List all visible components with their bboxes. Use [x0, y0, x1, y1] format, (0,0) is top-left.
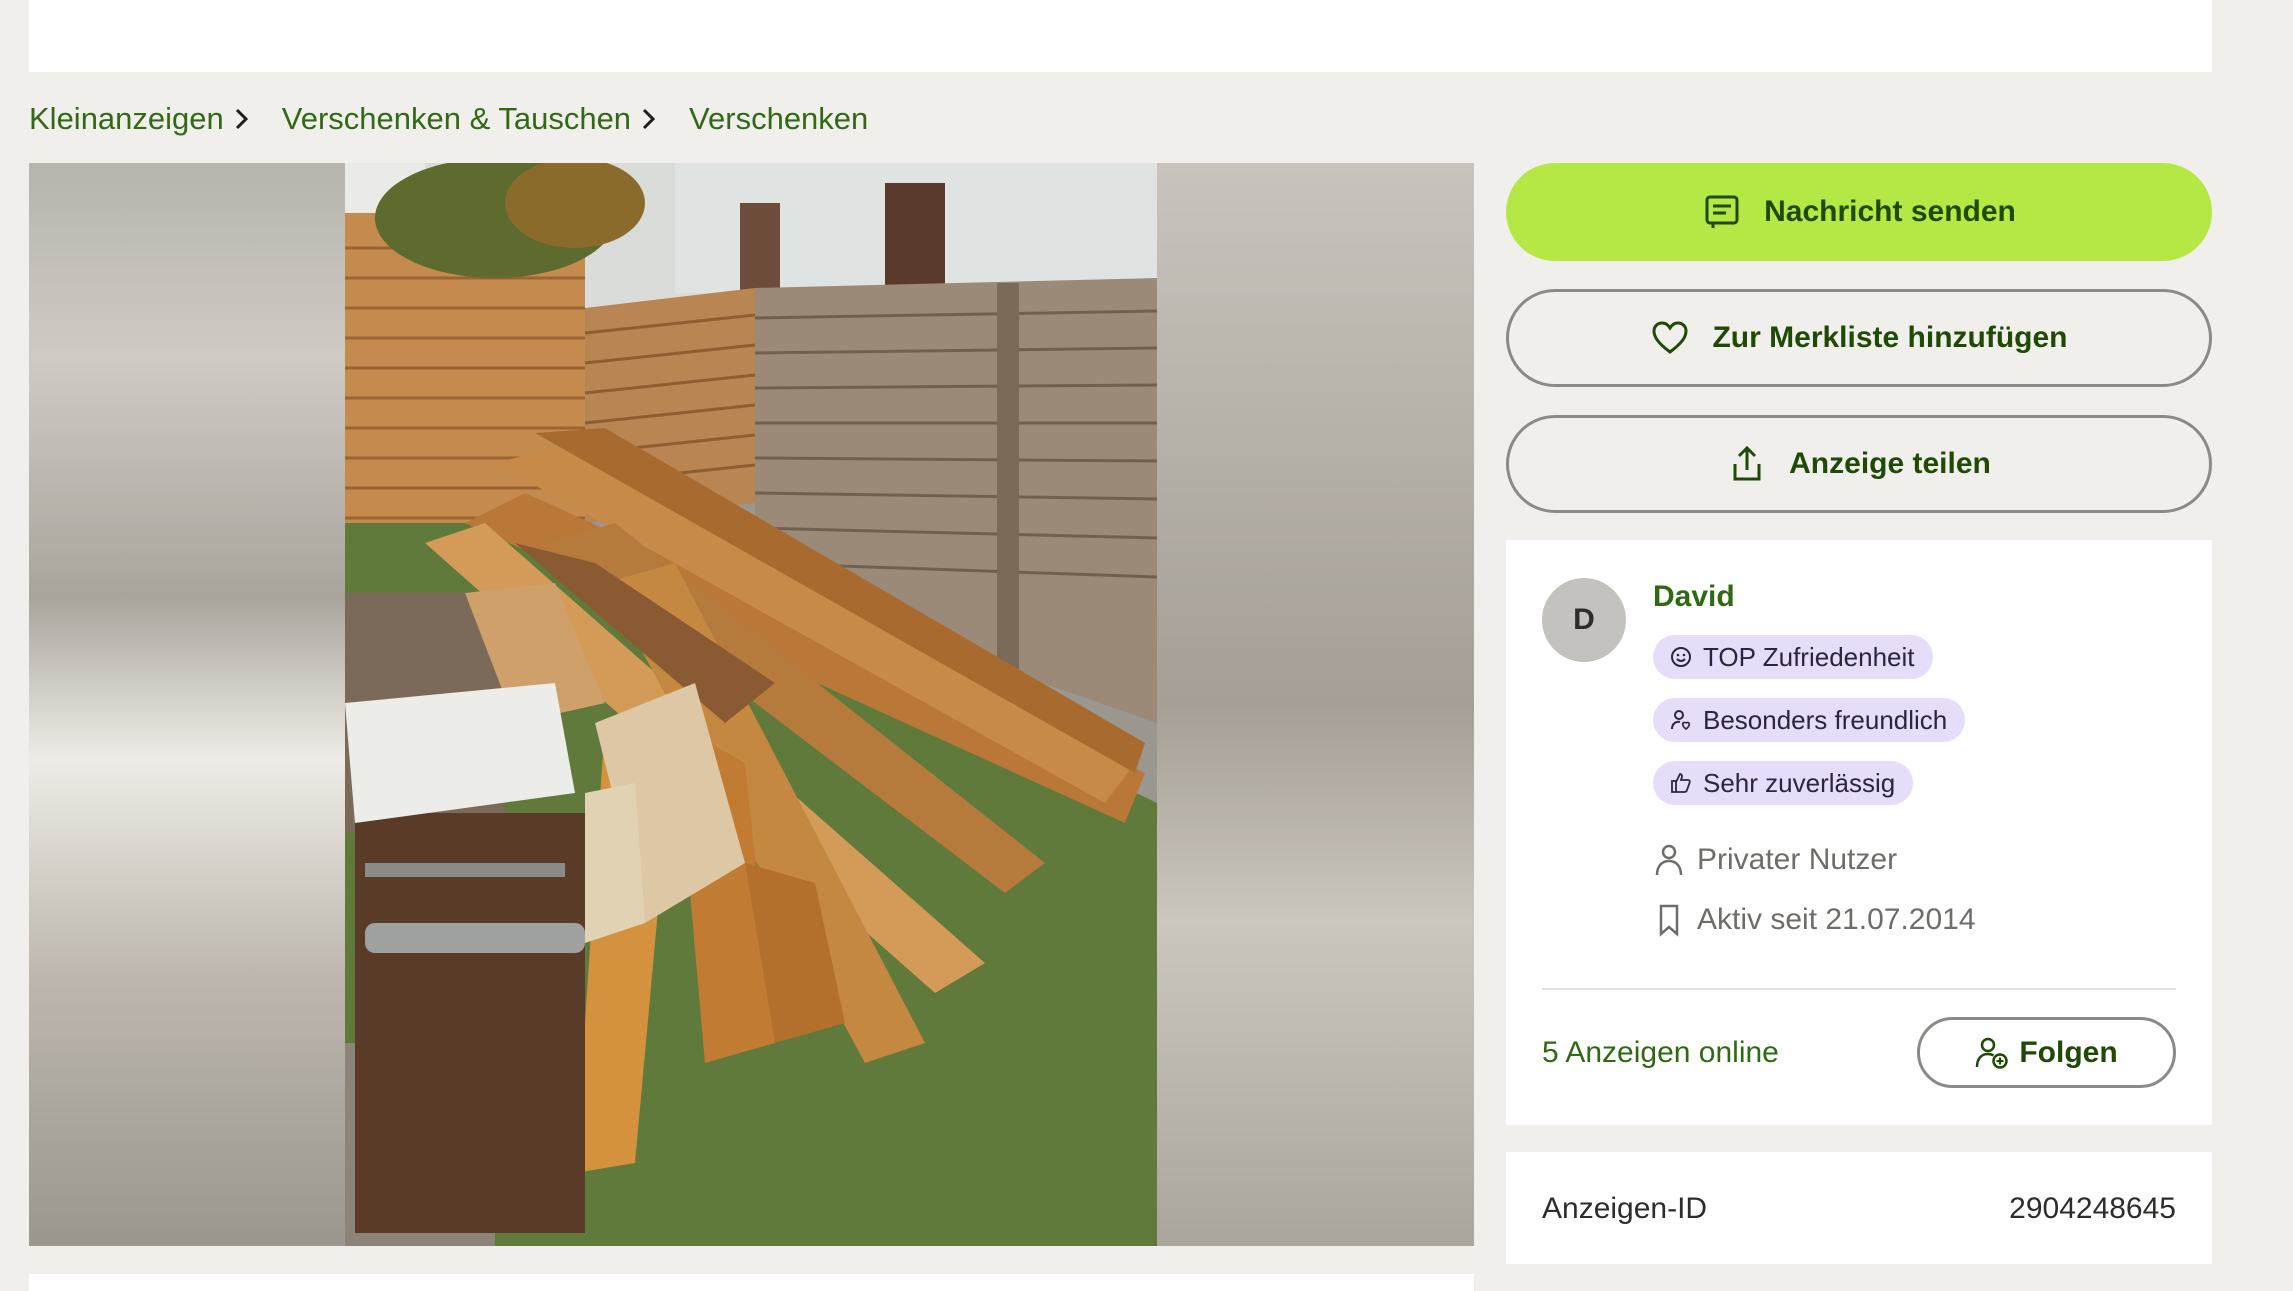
gallery-blur-left — [29, 163, 345, 1246]
listing-photo[interactable] — [345, 163, 1157, 1246]
avatar[interactable]: D — [1542, 578, 1626, 662]
breadcrumb-label: Verschenken & Tauschen — [281, 101, 632, 136]
add-to-watchlist-button[interactable]: Zur Merkliste hinzufügen — [1506, 289, 2212, 387]
breadcrumb-label: Verschenken — [689, 101, 869, 136]
follow-user-icon — [1976, 1037, 2009, 1069]
chevron-right-icon — [642, 108, 656, 130]
seller-type-label: Privater Nutzer — [1697, 843, 1898, 876]
badge-label: Besonders freundlich — [1703, 704, 1948, 735]
badge-label: Sehr zuverlässig — [1703, 767, 1896, 798]
person-icon — [1655, 844, 1683, 876]
smiley-icon — [1671, 647, 1691, 667]
divider — [1542, 988, 2176, 990]
seller-name-link[interactable]: David — [1653, 580, 1735, 614]
send-message-label: Nachricht senden — [1764, 195, 2016, 228]
follow-label: Folgen — [2019, 1035, 2118, 1069]
share-ad-label: Anzeige teilen — [1789, 447, 1991, 480]
top-header-bar — [29, 0, 2212, 72]
breadcrumb: Kleinanzeigen Verschenken & Tauschen Ver… — [29, 97, 868, 141]
breadcrumb-item-verschenken[interactable]: Verschenken — [689, 101, 868, 137]
breadcrumb-item-kleinanzeigen[interactable]: Kleinanzeigen — [29, 101, 282, 137]
seller-type: Privater Nutzer — [1653, 843, 1897, 877]
wood-pile-illustration — [345, 163, 1157, 1246]
thumbs-up-icon — [1671, 773, 1691, 793]
breadcrumb-item-verschenken-tauschen[interactable]: Verschenken & Tauschen — [282, 101, 689, 137]
message-icon — [1705, 195, 1739, 228]
seller-active-since: Aktiv seit 21.07.2014 — [1653, 903, 1976, 937]
share-icon — [1733, 445, 1761, 481]
ad-id-value: 2904248645 — [2009, 1192, 2176, 1225]
image-gallery[interactable] — [29, 163, 1474, 1246]
active-since-label: Aktiv seit 21.07.2014 — [1697, 903, 1976, 936]
ads-online-link[interactable]: 5 Anzeigen online — [1542, 1036, 1779, 1070]
gallery-blur-right — [1157, 163, 1474, 1246]
send-message-button[interactable]: Nachricht senden — [1506, 163, 2212, 261]
badge-besonders-freundlich: Besonders freundlich — [1653, 698, 1966, 742]
gallery-bottom-strip — [29, 1274, 1474, 1291]
person-heart-icon — [1671, 710, 1691, 731]
seller-card: D David TOP Zufriedenheit Besonders freu… — [1506, 540, 2212, 1125]
share-ad-button[interactable]: Anzeige teilen — [1506, 415, 2212, 513]
follow-button[interactable]: Folgen — [1917, 1017, 2176, 1088]
heart-icon — [1652, 321, 1688, 354]
bookmark-icon — [1659, 904, 1679, 937]
ad-id-label: Anzeigen-ID — [1542, 1192, 1708, 1225]
badge-label: TOP Zufriedenheit — [1703, 641, 1915, 672]
ad-id-card: Anzeigen-ID 2904248645 — [1506, 1152, 2212, 1264]
badge-sehr-zuverlaessig: Sehr zuverlässig — [1653, 761, 1914, 805]
chevron-right-icon — [235, 108, 248, 130]
add-to-watchlist-label: Zur Merkliste hinzufügen — [1712, 321, 2068, 354]
breadcrumb-label: Kleinanzeigen — [29, 101, 224, 136]
badge-top-zufriedenheit: TOP Zufriedenheit — [1653, 635, 1933, 679]
